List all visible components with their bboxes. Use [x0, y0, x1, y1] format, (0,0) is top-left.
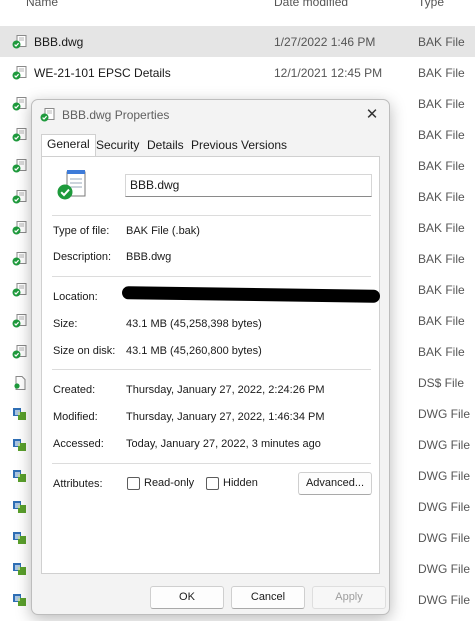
- type-of-file-label: Type of file:: [53, 225, 110, 237]
- file-type: DWG File: [418, 500, 470, 514]
- file-row[interactable]: WE-21-101 EPSC Details 12/1/2021 12:45 PM…: [0, 57, 475, 88]
- column-header-name[interactable]: Name: [26, 0, 58, 9]
- file-type: BAK File: [418, 35, 465, 49]
- bak-file-icon: [12, 97, 28, 111]
- dialog-title: BBB.dwg Properties: [62, 108, 170, 122]
- divider: [52, 276, 371, 277]
- file-name: WE-21-101 EPSC Details: [34, 66, 171, 80]
- file-type: BAK File: [418, 314, 465, 328]
- tab-security[interactable]: Security: [91, 136, 144, 156]
- dialog-titlebar[interactable]: BBB.dwg Properties ✕: [32, 100, 389, 130]
- size-label: Size:: [53, 318, 78, 330]
- blank-file-icon: [12, 376, 28, 390]
- readonly-checkbox-label[interactable]: Read-only: [144, 477, 194, 489]
- bak-file-icon: [12, 190, 28, 204]
- checkbox-box[interactable]: [206, 477, 219, 490]
- file-type: DWG File: [418, 531, 470, 545]
- size-value: 43.1 MB (45,258,398 bytes): [126, 318, 262, 330]
- file-type: BAK File: [418, 252, 465, 266]
- divider: [52, 369, 371, 370]
- properties-dialog: BBB.dwg Properties ✕ General Security De…: [31, 99, 390, 615]
- file-name-input[interactable]: BBB.dwg: [125, 174, 372, 197]
- bak-file-icon: [12, 128, 28, 142]
- file-type: DWG File: [418, 562, 470, 576]
- file-type: BAK File: [418, 345, 465, 359]
- created-label: Created:: [53, 384, 96, 396]
- dwg-file-icon: [12, 469, 28, 483]
- redacted-location: [121, 286, 381, 303]
- dwg-file-icon: [12, 531, 28, 545]
- size-on-disk-value: 43.1 MB (45,260,800 bytes): [126, 345, 262, 357]
- location-label: Location:: [53, 291, 98, 303]
- modified-value: Thursday, January 27, 2022, 1:46:34 PM: [126, 411, 325, 423]
- bak-file-icon: [12, 159, 28, 173]
- file-type: DWG File: [418, 407, 470, 421]
- column-header-date-modified[interactable]: Date modified: [274, 0, 348, 9]
- modified-label: Modified:: [53, 411, 98, 423]
- bak-file-icon: [12, 252, 28, 266]
- file-type: BAK File: [418, 128, 465, 142]
- file-type: DWG File: [418, 469, 470, 483]
- file-type: BAK File: [418, 221, 465, 235]
- bak-file-icon: [12, 345, 28, 359]
- file-type: DWG File: [418, 438, 470, 452]
- cancel-button[interactable]: Cancel: [231, 586, 305, 609]
- dwg-file-icon: [12, 562, 28, 576]
- general-tab-panel: BBB.dwg Type of file: BAK File (.bak) De…: [41, 156, 381, 574]
- accessed-label: Accessed:: [53, 438, 104, 450]
- notepad-file-icon: [57, 170, 86, 200]
- column-header-type[interactable]: Type: [418, 0, 444, 9]
- bak-file-icon: [12, 283, 28, 297]
- close-icon[interactable]: ✕: [361, 105, 383, 125]
- checkbox-box[interactable]: [127, 477, 140, 490]
- tab-general[interactable]: General: [41, 134, 96, 156]
- description-value: BBB.dwg: [126, 251, 172, 263]
- file-type: BAK File: [418, 97, 465, 111]
- dwg-file-icon: [12, 500, 28, 514]
- ok-button[interactable]: OK: [150, 586, 224, 609]
- advanced-button[interactable]: Advanced...: [298, 472, 372, 495]
- file-type: BAK File: [418, 190, 465, 204]
- file-type: DS$ File: [418, 376, 465, 390]
- file-date-modified: 12/1/2021 12:45 PM: [274, 66, 383, 80]
- divider: [52, 215, 371, 216]
- file-name: BBB.dwg: [34, 35, 84, 49]
- hidden-checkbox-label[interactable]: Hidden: [223, 477, 258, 489]
- description-label: Description:: [53, 251, 112, 263]
- accessed-value: Today, January 27, 2022, 3 minutes ago: [126, 438, 321, 450]
- file-type: BAK File: [418, 283, 465, 297]
- divider: [52, 463, 371, 464]
- column-header-row: Name Date modified Type: [0, 0, 475, 13]
- bak-file-icon: [12, 66, 28, 80]
- apply-button[interactable]: Apply: [312, 586, 386, 609]
- bak-file-icon: [40, 108, 56, 122]
- size-on-disk-label: Size on disk:: [53, 345, 116, 357]
- file-type: BAK File: [418, 159, 465, 173]
- tab-previous-versions[interactable]: Previous Versions: [186, 136, 292, 156]
- file-date-modified: 1/27/2022 1:46 PM: [274, 35, 376, 49]
- created-value: Thursday, January 27, 2022, 2:24:26 PM: [126, 384, 325, 396]
- file-type: BAK File: [418, 66, 465, 80]
- dwg-file-icon: [12, 407, 28, 421]
- bak-file-icon: [12, 314, 28, 328]
- bak-file-icon: [12, 221, 28, 235]
- bak-file-icon: [12, 35, 28, 49]
- tab-details[interactable]: Details: [142, 136, 189, 156]
- file-row[interactable]: BBB.dwg 1/27/2022 1:46 PM BAK File: [0, 26, 475, 57]
- attributes-label: Attributes:: [53, 478, 103, 490]
- type-of-file-value: BAK File (.bak): [126, 225, 200, 237]
- dwg-file-icon: [12, 438, 28, 452]
- dwg-file-icon: [12, 593, 28, 607]
- file-type: DWG File: [418, 593, 470, 607]
